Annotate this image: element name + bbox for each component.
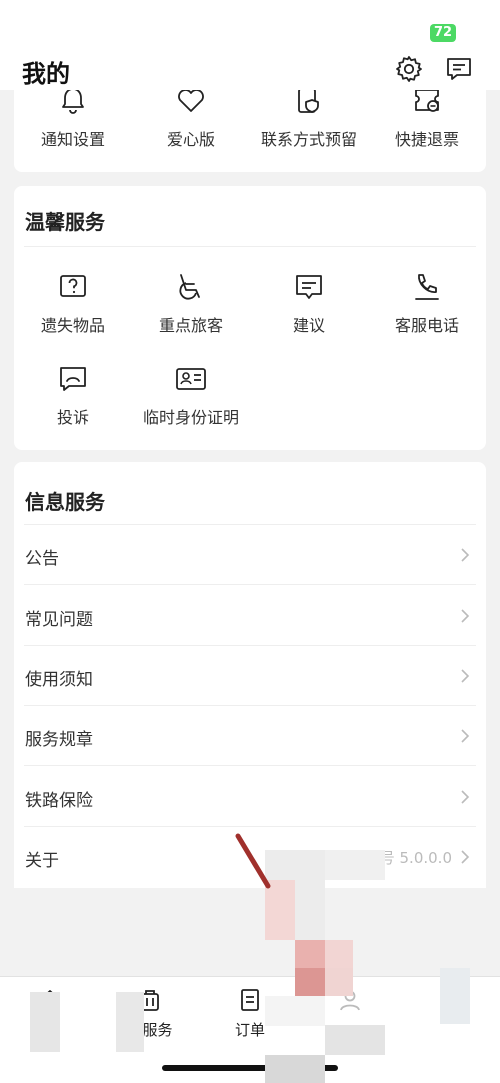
phone-icon — [415, 274, 439, 300]
list-row-service-rules[interactable]: 服务规章 — [14, 706, 486, 766]
wheelchair-icon — [179, 274, 200, 300]
list-row-announcement[interactable]: 公告 — [14, 525, 486, 585]
row-label: 使用须知 — [25, 670, 93, 690]
info-service-card: 信息服务 公告 常见问题 使用须知 服务规章 铁路保险 关于 版本号 5.0.0… — [14, 462, 486, 888]
shortcut-label: 快捷退票 — [394, 130, 459, 149]
page-title: 我的 — [22, 60, 70, 88]
shortcut-label: 爱心版 — [166, 130, 215, 149]
id-card-icon — [176, 368, 206, 390]
chat-bubble-icon — [296, 275, 322, 299]
list-row-about[interactable]: 关于 版本号 5.0.0.0 — [14, 827, 486, 887]
service-key-passengers[interactable]: 重点旅客 — [132, 270, 250, 336]
service-complaint[interactable]: 投诉 — [14, 362, 132, 428]
shortcut-label: 通知设置 — [40, 130, 105, 149]
list-row-railway-insurance[interactable]: 铁路保险 — [14, 767, 486, 827]
service-label: 重点旅客 — [158, 316, 223, 335]
divider — [24, 246, 476, 247]
row-divider — [24, 765, 476, 766]
shortcut-quick-refund[interactable]: 快捷退票 — [368, 84, 486, 150]
chevron-right-icon — [461, 669, 470, 683]
service-label: 投诉 — [56, 408, 89, 427]
shortcut-notification-settings[interactable]: 通知设置 — [14, 84, 132, 150]
order-icon — [241, 989, 259, 1011]
row-label: 铁路保险 — [25, 791, 93, 811]
battery-indicator: 72 — [430, 24, 456, 42]
section-title-info-service: 信息服务 — [25, 490, 105, 514]
message-icon[interactable] — [444, 54, 474, 84]
complaint-icon — [60, 367, 86, 391]
warm-service-card: 温馨服务 遗失物品 重点旅客 建议 客服电话 投诉 临时身份证明 — [14, 186, 486, 450]
list-row-faq[interactable]: 常见问题 — [14, 586, 486, 646]
service-label: 客服电话 — [394, 316, 459, 335]
row-label: 常见问题 — [25, 610, 93, 630]
chevron-right-icon — [461, 609, 470, 623]
service-label: 遗失物品 — [40, 316, 105, 335]
service-suggestion[interactable]: 建议 — [250, 270, 368, 336]
row-label: 服务规章 — [25, 730, 93, 750]
shortcut-contact-reserve[interactable]: 联系方式预留 — [250, 84, 368, 150]
chevron-right-icon — [461, 850, 470, 864]
row-label: 关于 — [25, 851, 59, 871]
settings-gear-icon[interactable] — [394, 54, 424, 84]
shortcuts-card: 通知设置 爱心版 联系方式预留 快捷退票 — [14, 78, 486, 172]
service-label: 建议 — [292, 316, 325, 335]
header: 我的 — [0, 48, 500, 90]
chevron-right-icon — [461, 790, 470, 804]
row-divider — [24, 584, 476, 585]
section-title-warm-service: 温馨服务 — [25, 210, 105, 234]
tab-travel-service[interactable]: 行服务 — [100, 987, 200, 1040]
list-row-usage-notice[interactable]: 使用须知 — [14, 646, 486, 706]
status-bar: 72 — [0, 0, 500, 48]
service-lost-items[interactable]: 遗失物品 — [14, 270, 132, 336]
shortcut-love-version[interactable]: 爱心版 — [132, 84, 250, 150]
question-box-icon — [60, 275, 86, 297]
chevron-right-icon — [461, 548, 470, 562]
tab-label: 行服务 — [127, 1021, 173, 1039]
shortcut-label: 联系方式预留 — [260, 130, 357, 149]
service-temp-id[interactable]: 临时身份证明 — [132, 362, 250, 428]
row-label: 公告 — [25, 549, 59, 569]
service-label: 临时身份证明 — [142, 408, 239, 427]
service-customer-hotline[interactable]: 客服电话 — [368, 270, 486, 336]
chevron-right-icon — [461, 729, 470, 743]
